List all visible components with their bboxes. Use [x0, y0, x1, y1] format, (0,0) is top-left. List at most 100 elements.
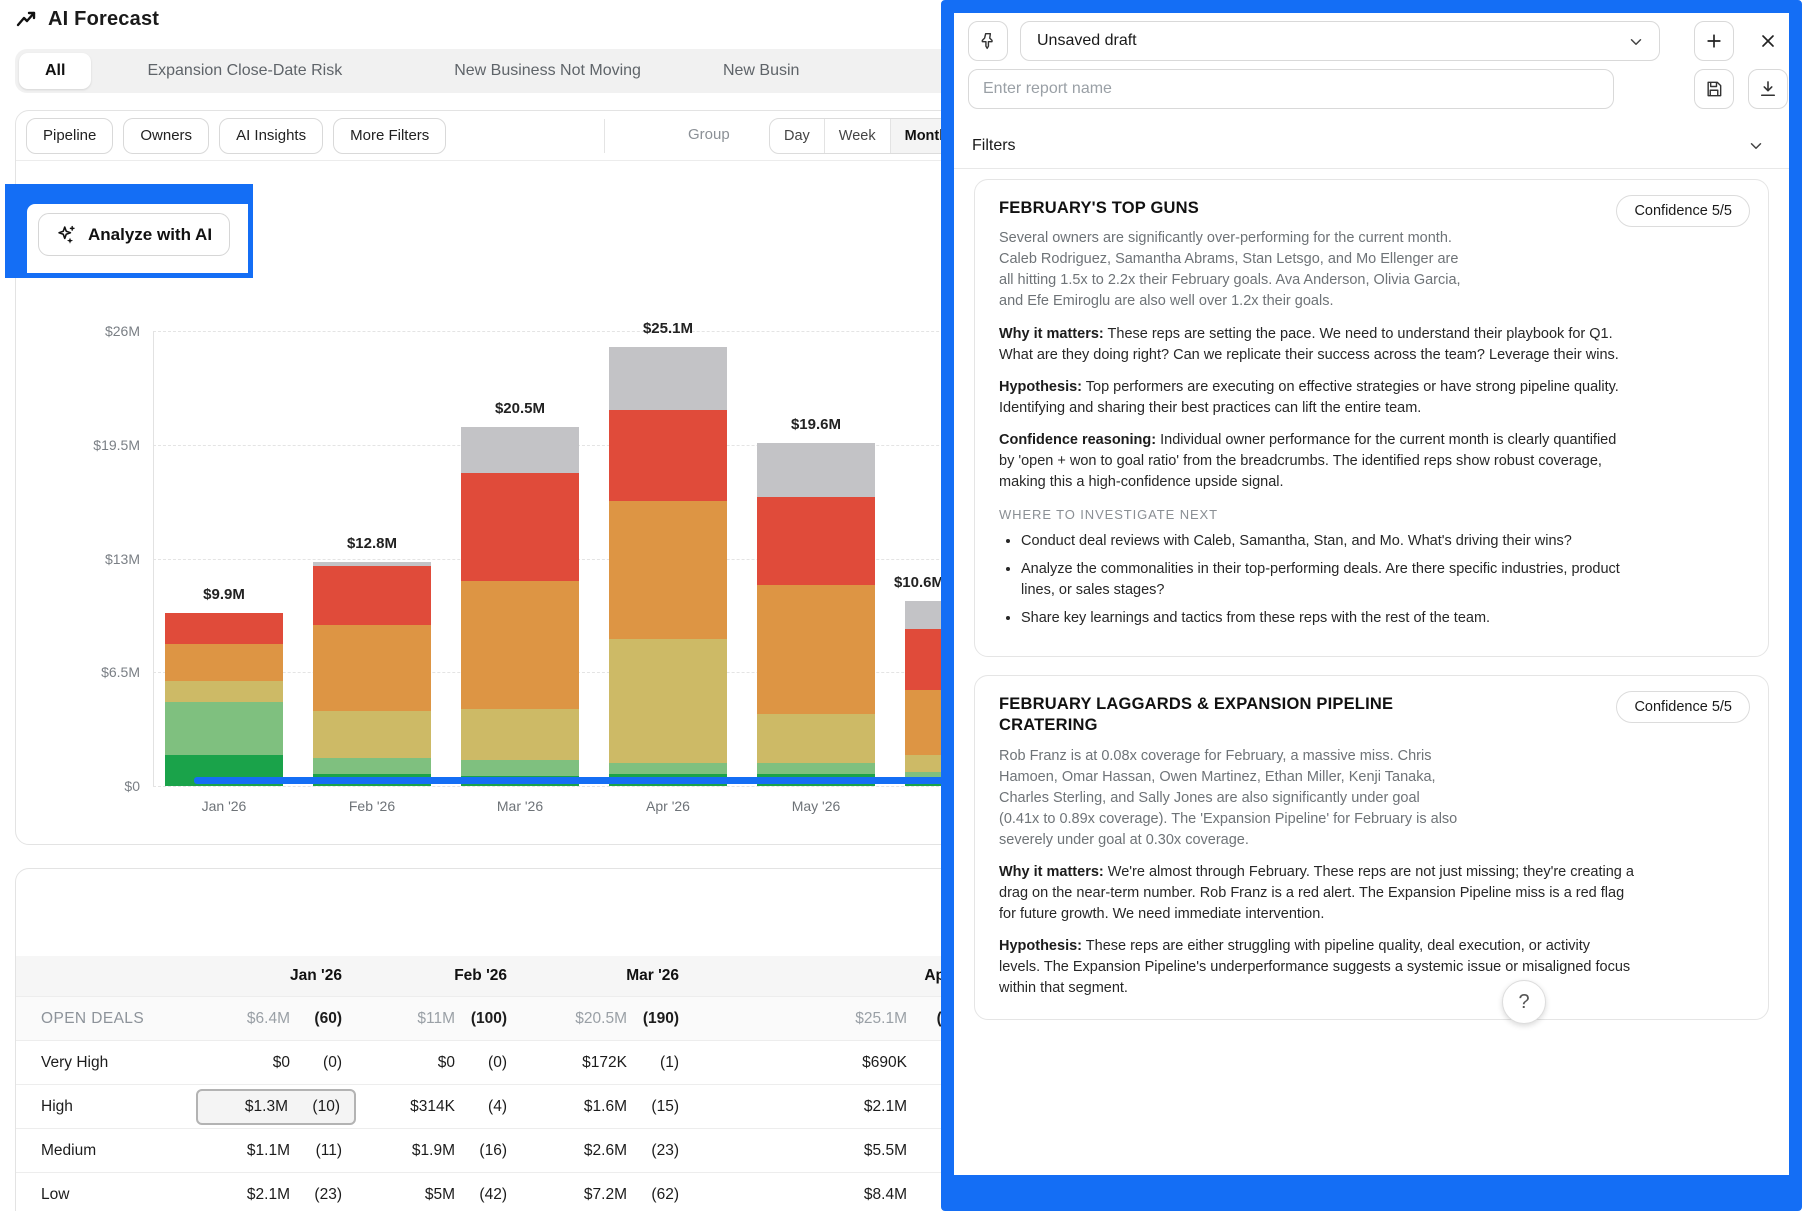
cell-amount: $1.6M: [521, 1098, 627, 1116]
table-cell[interactable]: $1.9M(16): [356, 1133, 521, 1169]
save-report-button[interactable]: [1694, 69, 1734, 109]
table-cell[interactable]: $5.5M(4: [693, 1133, 973, 1169]
segment-khaki[interactable]: [165, 681, 283, 702]
table-cell[interactable]: $1.1M(11): [196, 1133, 356, 1169]
tab-expansion-close-date-risk[interactable]: Expansion Close-Date Risk: [121, 53, 368, 89]
cell-amount: $314K: [356, 1098, 455, 1116]
table-cell[interactable]: $11M(100): [356, 1001, 521, 1037]
insight-card: FEBRUARY'S TOP GUNSConfidence 5/5Several…: [974, 179, 1769, 657]
cell-amount: $172K: [521, 1054, 627, 1072]
segment-red[interactable]: [461, 473, 579, 582]
confidence-badge: Confidence 5/5: [1616, 195, 1750, 227]
segment-khaki[interactable]: [757, 714, 875, 763]
download-report-button[interactable]: [1748, 69, 1788, 109]
y-axis-tick: $19.5M: [22, 437, 140, 453]
cell-amount: $6.4M: [196, 1010, 290, 1028]
chart-gridline: [153, 331, 989, 332]
table-cell[interactable]: $314K(4): [356, 1089, 521, 1125]
cell-amount: $8.4M: [693, 1186, 907, 1204]
table-cell[interactable]: $25.1M(19: [693, 1001, 973, 1037]
report-name-input[interactable]: [968, 69, 1614, 109]
pin-panel-button[interactable]: [968, 21, 1008, 61]
filters-collapse-row[interactable]: Filters: [954, 125, 1789, 169]
goal-line: [194, 777, 984, 784]
table-row-label: Very High: [16, 1054, 196, 1072]
pushpin-icon: [978, 31, 998, 51]
cell-count: (0): [290, 1054, 342, 1072]
cell-count: (23): [290, 1186, 342, 1204]
tab-new-business-not-moving[interactable]: New Business Not Moving: [428, 53, 667, 89]
table-cell[interactable]: $5M(42): [356, 1177, 521, 1211]
group-option-week[interactable]: Week: [825, 119, 891, 153]
segment-green-light[interactable]: [313, 758, 431, 774]
ai-insights-filter-button[interactable]: AI Insights: [219, 118, 323, 154]
table-column-header: Feb '26: [356, 958, 521, 994]
x-axis-tick: May '26: [757, 798, 875, 814]
segment-gray[interactable]: [609, 347, 727, 410]
cell-count: (10): [288, 1098, 340, 1116]
pipeline-filter-button[interactable]: Pipeline: [26, 118, 113, 154]
segment-orange[interactable]: [461, 581, 579, 709]
table-cell[interactable]: $6.4M(60): [196, 1001, 356, 1037]
table-row: OPEN DEALS$6.4M(60)$11M(100)$20.5M(190)$…: [16, 996, 999, 1040]
segment-gray[interactable]: [757, 443, 875, 497]
table-cell[interactable]: $1.6M(15): [521, 1089, 693, 1125]
segment-orange[interactable]: [313, 625, 431, 711]
table-cell[interactable]: $2.6M(23): [521, 1133, 693, 1169]
segment-green-light[interactable]: [461, 760, 579, 776]
cell-amount: $0: [356, 1054, 455, 1072]
table-cell[interactable]: $7.2M(62): [521, 1177, 693, 1211]
segment-khaki[interactable]: [609, 639, 727, 763]
owners-filter-button[interactable]: Owners: [123, 118, 209, 154]
table-cell[interactable]: $20.5M(190): [521, 1001, 693, 1037]
tab-all[interactable]: All: [19, 53, 91, 89]
segment-red[interactable]: [165, 613, 283, 645]
table-cell[interactable]: $690K: [693, 1045, 973, 1081]
help-question-label: ?: [1518, 991, 1529, 1014]
report-draft-select[interactable]: Unsaved draft: [1020, 21, 1660, 61]
segment-green-light[interactable]: [165, 702, 283, 755]
cell-count: (15): [627, 1098, 679, 1116]
table-cell[interactable]: $0(0): [356, 1045, 521, 1081]
table-column-header: Jan '26: [196, 958, 356, 994]
table-row-label: Low: [16, 1186, 196, 1204]
segment-green-light[interactable]: [757, 763, 875, 774]
segment-khaki[interactable]: [313, 711, 431, 758]
table-cell[interactable]: $1.3M(10): [196, 1089, 356, 1125]
cell-count: (60): [290, 1010, 342, 1028]
table-cell[interactable]: $172K(1): [521, 1045, 693, 1081]
insight-card-title: FEBRUARY'S TOP GUNS: [999, 198, 1429, 219]
group-option-day[interactable]: Day: [770, 119, 825, 153]
segment-gray[interactable]: [461, 427, 579, 473]
y-axis-tick: $13M: [22, 551, 140, 567]
page-title: AI Forecast: [48, 8, 159, 31]
table-cell[interactable]: $2.1M(23): [196, 1177, 356, 1211]
segment-red[interactable]: [609, 410, 727, 501]
table-cell[interactable]: $0(0): [196, 1045, 356, 1081]
x-axis-tick: Apr '26: [609, 798, 727, 814]
segment-orange[interactable]: [609, 501, 727, 639]
new-report-button[interactable]: [1694, 21, 1734, 61]
help-button[interactable]: ?: [1502, 980, 1546, 1024]
cell-count: (11): [290, 1142, 342, 1160]
segment-red[interactable]: [313, 566, 431, 626]
y-axis-line: [153, 331, 154, 786]
close-panel-button[interactable]: [1748, 21, 1788, 61]
group-segmented-control: Day Week Month: [769, 118, 963, 154]
table-cell[interactable]: $2.1M(: [693, 1089, 973, 1125]
insight-hypothesis: Hypothesis: Top performers are executing…: [999, 377, 1634, 419]
table-cell[interactable]: $8.4M(7: [693, 1177, 973, 1211]
segment-red[interactable]: [757, 497, 875, 585]
segment-green-light[interactable]: [609, 763, 727, 774]
tab-new-business-truncated[interactable]: New Busin: [697, 53, 825, 89]
cell-count: (4): [455, 1098, 507, 1116]
segment-orange[interactable]: [165, 644, 283, 681]
segment-orange[interactable]: [757, 585, 875, 715]
more-filters-button[interactable]: More Filters: [333, 118, 446, 154]
confidence-badge: Confidence 5/5: [1616, 691, 1750, 723]
insight-why: Why it matters: These reps are setting t…: [999, 324, 1634, 366]
group-by-label: Group: [688, 126, 730, 143]
segment-gray[interactable]: [313, 562, 431, 566]
segment-khaki[interactable]: [461, 709, 579, 760]
analyze-with-ai-button[interactable]: Analyze with AI: [38, 213, 230, 256]
